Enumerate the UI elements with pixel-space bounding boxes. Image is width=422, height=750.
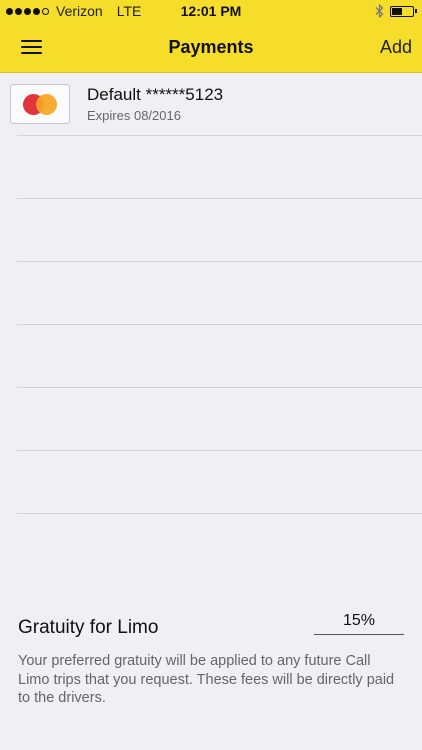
nav-bar: Payments Add [0,24,422,73]
gratuity-description: Your preferred gratuity will be applied … [18,653,395,706]
status-time: 12:01 PM [180,3,242,19]
empty-list-row [0,262,422,324]
mastercard-orange-circle [36,94,57,115]
card-title: Default ******5123 [87,85,224,104]
mastercard-icon [10,84,70,124]
gratuity-input[interactable] [314,608,404,635]
empty-list-row [0,136,422,198]
gratuity-label: Gratuity for Limo [18,617,159,638]
payment-methods-list: Default ******5123 Expires 08/2016 [0,73,422,514]
battery-icon [390,5,417,17]
empty-list-row [0,199,422,261]
empty-list-row [0,451,422,513]
status-right [375,4,417,18]
page-title: Payments [168,37,254,57]
card-expiry: Expires 08/2016 [87,108,181,123]
empty-list-row [0,388,422,450]
battery-fill [392,7,402,15]
add-payment-button[interactable]: Add [380,37,412,58]
bluetooth-icon [375,4,384,18]
empty-list-row [0,325,422,387]
status-bar: Verizon LTE 12:01 PM [0,0,422,24]
payment-card-row[interactable]: Default ******5123 Expires 08/2016 [0,73,422,135]
divider [17,513,422,514]
